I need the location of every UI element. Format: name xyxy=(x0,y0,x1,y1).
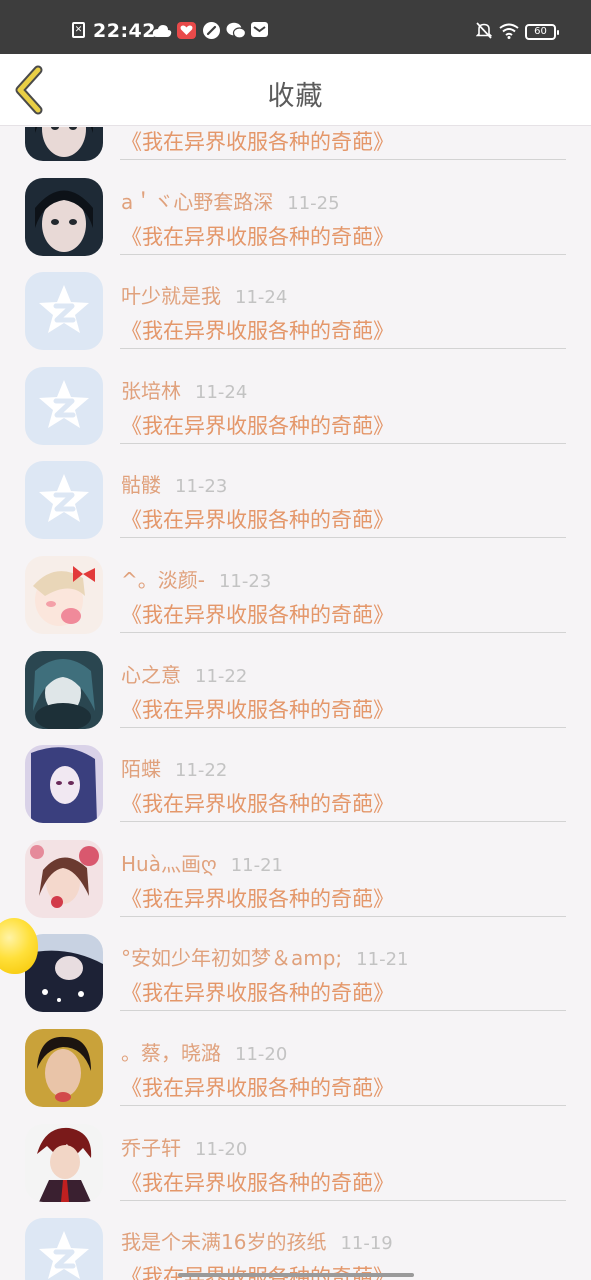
user-name[interactable]: 。蔡，晓潞 xyxy=(121,1041,221,1065)
user-name[interactable]: 骷髅 xyxy=(121,473,161,497)
favorite-date: 11-19 xyxy=(340,1233,393,1255)
user-name[interactable]: 叶少就是我 xyxy=(121,284,221,308)
favorite-date: 11-21 xyxy=(230,854,284,876)
battery-icon: 60 xyxy=(525,24,559,40)
no-sim-icon: ✕ xyxy=(72,22,85,38)
user-name[interactable]: 心之意 xyxy=(121,663,181,687)
default-star-icon[interactable] xyxy=(25,1218,103,1280)
favorites-list[interactable]: 《我在异界收服各种的奇葩》 a＇ヾ心野套路深 11-25 《我在异界收服各种的奇葩》叶… xyxy=(0,127,591,1280)
status-bar: ✕ 22:42 60 xyxy=(0,0,591,54)
weibo-icon xyxy=(177,22,196,39)
favorite-meta: 叶少就是我 11-24 xyxy=(121,280,287,309)
wifi-icon xyxy=(499,22,519,39)
favorite-date: 11-24 xyxy=(195,381,248,403)
favorite-row[interactable]: °安如少年初如梦＆amp; 11-21 《我在异界收服各种的奇葩》 xyxy=(0,899,591,1013)
mute-bell-icon xyxy=(476,22,492,39)
wechat-icon xyxy=(226,22,246,39)
favorite-row[interactable]: 《我在异界收服各种的奇葩》 xyxy=(0,127,591,161)
favorite-meta: ^。淡颜- 11-23 xyxy=(121,564,271,593)
favorite-date: 11-20 xyxy=(195,1138,248,1160)
user-name[interactable]: 陌蝶 xyxy=(121,757,161,781)
favorite-row[interactable]: a＇ヾ心野套路深 11-25 《我在异界收服各种的奇葩》 xyxy=(0,143,591,256)
user-name[interactable]: ^。淡颜- xyxy=(121,568,205,592)
favorite-date: 11-23 xyxy=(218,570,272,592)
user-name[interactable]: 乔子轩 xyxy=(121,1136,181,1160)
favorite-date: 11-23 xyxy=(175,476,228,498)
favorite-row[interactable]: 。蔡，晓潞 11-20 《我在异界收服各种的奇葩》 xyxy=(0,994,591,1107)
favorite-meta: 骷髅 11-23 xyxy=(121,469,227,498)
favorite-meta: a＇ヾ心野套路深 11-25 xyxy=(121,186,340,215)
favorite-meta: 张培林 11-24 xyxy=(121,375,247,404)
game-icon xyxy=(203,22,220,39)
favorite-date: 11-25 xyxy=(287,192,340,214)
cloud-icon xyxy=(152,22,172,39)
favorite-date: 11-21 xyxy=(356,949,409,971)
favorite-meta: 心之意 11-22 xyxy=(121,659,247,688)
favorite-date: 11-24 xyxy=(235,287,288,309)
favorite-row[interactable]: Huà灬画ღ 11-21 《我在异界收服各种的奇葩》 xyxy=(0,805,591,918)
favorite-date: 11-22 xyxy=(175,760,228,782)
favorite-row[interactable]: 陌蝶 11-22 《我在异界收服各种的奇葩》 xyxy=(0,710,591,824)
favorite-date: 11-22 xyxy=(195,665,248,687)
favorite-meta: Huà灬画ღ 11-21 xyxy=(121,848,283,877)
favorites-list-content: 《我在异界收服各种的奇葩》 a＇ヾ心野套路深 11-25 《我在异界收服各种的奇葩》叶… xyxy=(0,127,591,1280)
user-name[interactable]: a＇ヾ心野套路深 xyxy=(121,190,273,214)
favorite-row[interactable]: 我是个未满16岁的孩纸 11-19 《我在异界收服各种的奇葩》 xyxy=(0,1183,591,1280)
favorite-row[interactable]: 心之意 11-22 《我在异界收服各种的奇葩》 xyxy=(0,616,591,729)
user-name[interactable]: 我是个未满16岁的孩纸 xyxy=(121,1230,326,1254)
mail-icon xyxy=(251,22,268,37)
user-name[interactable]: Huà灬画ღ xyxy=(121,852,217,876)
favorite-meta: 乔子轩 11-20 xyxy=(121,1132,247,1161)
favorite-row[interactable]: 骷髅 11-23 《我在异界收服各种的奇葩》 xyxy=(0,426,591,540)
home-indicator[interactable] xyxy=(178,1273,414,1277)
favorite-row[interactable]: 叶少就是我 11-24 《我在异界收服各种的奇葩》 xyxy=(0,237,591,351)
book-title-link[interactable]: 《我在异界收服各种的奇葩》 xyxy=(121,1261,394,1280)
favorite-meta: 我是个未满16岁的孩纸 11-19 xyxy=(121,1226,393,1255)
favorite-meta: 。蔡，晓潞 11-20 xyxy=(121,1037,287,1066)
favorite-date: 11-20 xyxy=(235,1043,288,1065)
favorite-row[interactable]: ^。淡颜- 11-23 《我在异界收服各种的奇葩》 xyxy=(0,521,591,634)
user-name[interactable]: 张培林 xyxy=(121,379,181,403)
user-name[interactable]: °安如少年初如梦＆amp; xyxy=(121,946,342,970)
favorite-meta: °安如少年初如梦＆amp; 11-21 xyxy=(121,942,408,971)
status-time: 22:42 xyxy=(93,20,156,42)
favorite-row[interactable]: 张培林 11-24 《我在异界收服各种的奇葩》 xyxy=(0,332,591,445)
page-title: 收藏 xyxy=(267,81,324,112)
favorite-meta: 陌蝶 11-22 xyxy=(121,753,227,782)
favorite-row[interactable]: 乔子轩 11-20 《我在异界收服各种的奇葩》 xyxy=(0,1089,591,1202)
title-bar: 收藏 xyxy=(0,54,591,126)
